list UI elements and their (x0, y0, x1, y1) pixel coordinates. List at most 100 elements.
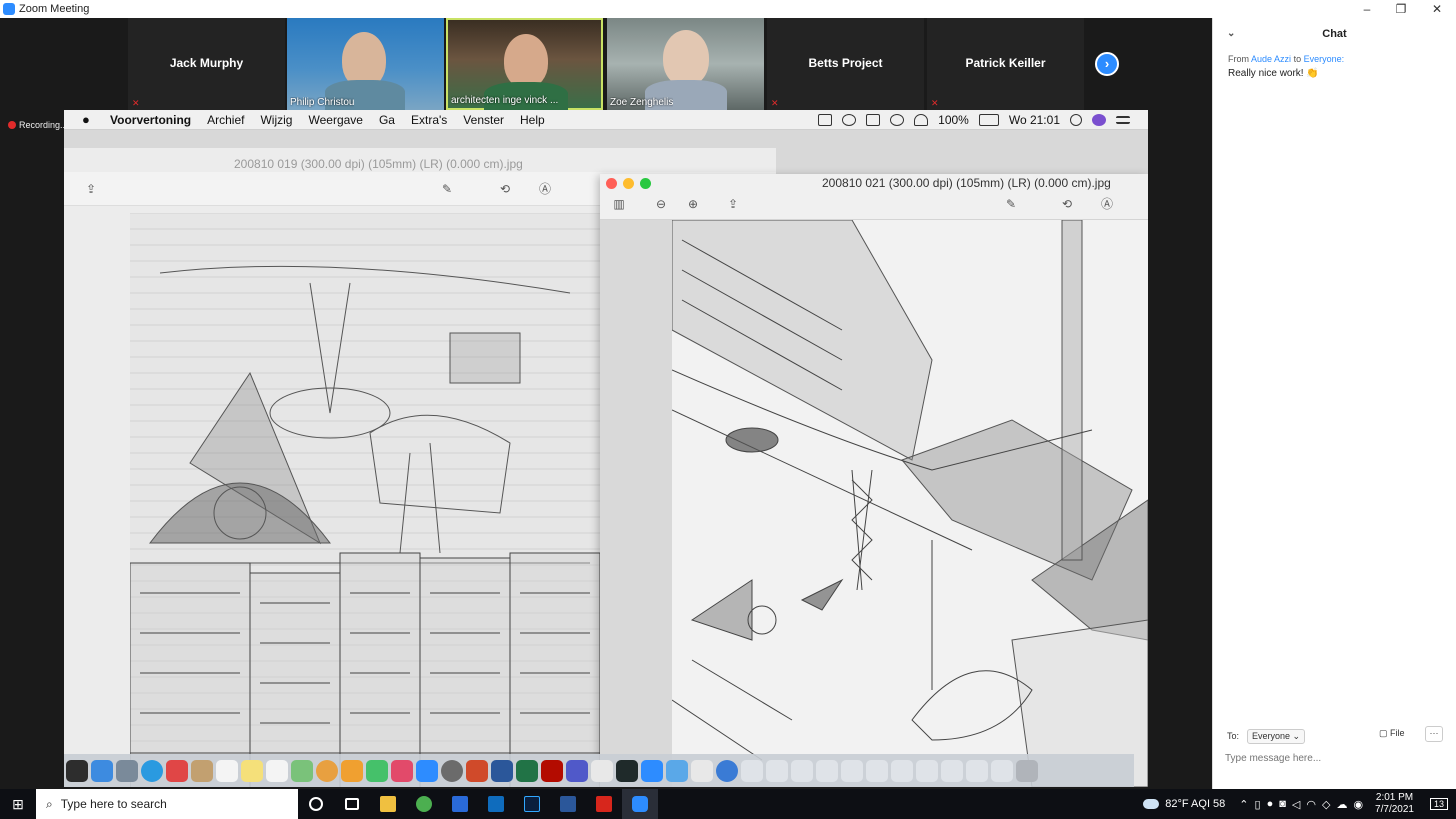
taskbar-acrobat[interactable] (586, 789, 622, 819)
annotate-icon[interactable]: Ⓐ (534, 180, 556, 198)
file-button[interactable]: ▢ File (1379, 728, 1405, 739)
dock-app-icon[interactable] (591, 759, 613, 782)
participant-tile-architecten-inge-vinck[interactable]: architecten inge vinck ... (446, 18, 603, 112)
notification-center-icon[interactable] (1116, 116, 1130, 124)
recording-indicator[interactable]: Recording... (8, 120, 68, 130)
siri-icon[interactable] (1092, 114, 1106, 126)
mail-icon[interactable] (166, 759, 188, 782)
contacts-icon[interactable] (191, 759, 213, 782)
menu-extras[interactable]: Extra's (411, 113, 447, 127)
activity-monitor-icon[interactable] (616, 759, 638, 782)
share-icon[interactable]: ⇪ (722, 195, 744, 213)
word-icon[interactable] (491, 759, 513, 782)
battery-icon[interactable] (978, 114, 999, 126)
wifi-icon[interactable] (914, 114, 929, 126)
recipient-select[interactable]: Everyone ⌄ (1247, 728, 1306, 744)
folder-icon[interactable] (666, 759, 688, 782)
menu-archief[interactable]: Archief (207, 113, 244, 127)
reminders-icon[interactable] (266, 759, 288, 782)
taskbar-file-explorer[interactable] (370, 789, 406, 819)
security-icon[interactable]: ◉ (1353, 798, 1363, 811)
maximize-button[interactable]: ❐ (1384, 0, 1418, 18)
powerpoint-icon[interactable] (466, 759, 488, 782)
spotlight-search-icon[interactable] (1070, 114, 1082, 126)
participant-tile-jack-murphy[interactable]: Jack Murphy ✕ (128, 18, 285, 110)
menu-help[interactable]: Help (520, 113, 545, 127)
zoom-out-icon[interactable]: ⊖ (650, 195, 672, 213)
minimized-window-icon[interactable] (916, 759, 938, 782)
mac-clock[interactable]: Wo 21:01 (1009, 113, 1060, 127)
app-store-icon[interactable] (416, 759, 438, 782)
task-view-button[interactable] (334, 789, 370, 819)
minimized-window-icon[interactable] (791, 759, 813, 782)
usb-icon[interactable]: ▯ (1255, 798, 1261, 811)
close-button[interactable]: ✕ (1420, 0, 1454, 18)
menu-ga[interactable]: Ga (379, 113, 395, 127)
participant-tile-betts-project[interactable]: Betts Project ✕ (767, 18, 924, 110)
books-icon[interactable] (341, 759, 363, 782)
maps-icon[interactable] (291, 759, 313, 782)
creative-cloud-icon[interactable] (842, 114, 857, 126)
airplay-icon[interactable] (866, 114, 881, 126)
next-participants-button[interactable]: › (1095, 52, 1119, 76)
menu-wijzig[interactable]: Wijzig (260, 113, 292, 127)
participant-tile-zoe-zenghelis[interactable]: Zoe Zenghelis (607, 18, 764, 110)
rotate-icon[interactable]: ⟲ (1056, 195, 1078, 213)
taskbar-search[interactable]: ⌕ Type here to search (36, 789, 298, 819)
launchpad-icon[interactable] (116, 759, 138, 782)
calendar-icon[interactable] (216, 759, 238, 782)
minimized-window-icon[interactable] (891, 759, 913, 782)
system-preferences-icon[interactable] (441, 759, 463, 782)
taskbar-zoom[interactable] (622, 789, 658, 819)
photos-icon[interactable] (316, 759, 338, 782)
trash-icon[interactable] (1016, 759, 1038, 782)
menu-weergave[interactable]: Weergave (308, 113, 362, 127)
chevron-up-icon[interactable]: ⌃ (1239, 798, 1248, 811)
minimized-window-icon[interactable] (741, 759, 763, 782)
zoom-window-icon[interactable] (640, 178, 651, 189)
facetime-icon[interactable] (366, 759, 388, 782)
minimize-button[interactable]: – (1350, 0, 1384, 18)
taskbar-photoshop[interactable] (514, 789, 550, 819)
dock-app-icon[interactable] (66, 759, 88, 782)
menu-voorvertoning[interactable]: Voorvertoning (110, 113, 191, 127)
safari-icon[interactable] (141, 759, 163, 782)
share-icon[interactable]: ⇪ (80, 180, 102, 198)
document-icon[interactable] (691, 759, 713, 782)
windows-start-button[interactable]: ⊞ (0, 789, 36, 819)
close-window-icon[interactable] (606, 178, 617, 189)
control-center-icon[interactable] (818, 114, 833, 126)
minimized-window-icon[interactable] (766, 759, 788, 782)
more-options-button[interactable]: ··· (1425, 726, 1443, 742)
participant-tile-philip-christou[interactable]: Philip Christou (287, 18, 444, 110)
apple-menu-icon[interactable]: ● (82, 112, 96, 127)
cortana-button[interactable] (298, 789, 334, 819)
microphone-icon[interactable]: ● (1267, 798, 1274, 810)
notifications-badge[interactable]: 13 (1429, 798, 1448, 810)
taskbar-outlook[interactable] (478, 789, 514, 819)
finder-icon[interactable] (91, 759, 113, 782)
sidebar-toggle-icon[interactable]: ▥ (608, 195, 630, 213)
dropbox-icon[interactable]: ◇ (1322, 798, 1330, 811)
rotate-icon[interactable]: ⟲ (494, 180, 516, 198)
bluetooth-icon[interactable] (890, 114, 905, 126)
zoom-in-icon[interactable]: ⊕ (682, 195, 704, 213)
speaker-icon[interactable]: ◁ (1292, 798, 1300, 811)
participant-tile-patrick-keiller[interactable]: Patrick Keiller ✕ (927, 18, 1084, 110)
minimized-window-icon[interactable] (991, 759, 1013, 782)
chevron-down-icon[interactable]: ⌄ (1227, 28, 1235, 39)
teams-icon[interactable] (566, 759, 588, 782)
acrobat-icon[interactable] (541, 759, 563, 782)
webcam-icon[interactable]: ◙ (1279, 798, 1286, 810)
markup-pen-icon[interactable]: ✎ (1000, 195, 1022, 213)
minimized-window-icon[interactable] (841, 759, 863, 782)
taskbar-chrome[interactable] (406, 789, 442, 819)
preview-window-front[interactable]: 200810 021 (300.00 dpi) (105mm) (LR) (0.… (600, 174, 1148, 787)
taskbar-word[interactable] (550, 789, 586, 819)
chat-message-input[interactable] (1225, 748, 1445, 768)
message-sender[interactable]: Aude Azzi (1251, 54, 1291, 64)
annotate-icon[interactable]: Ⓐ (1096, 195, 1118, 213)
minimized-window-icon[interactable] (966, 759, 988, 782)
excel-icon[interactable] (516, 759, 538, 782)
network-icon[interactable]: ◠ (1306, 798, 1316, 811)
